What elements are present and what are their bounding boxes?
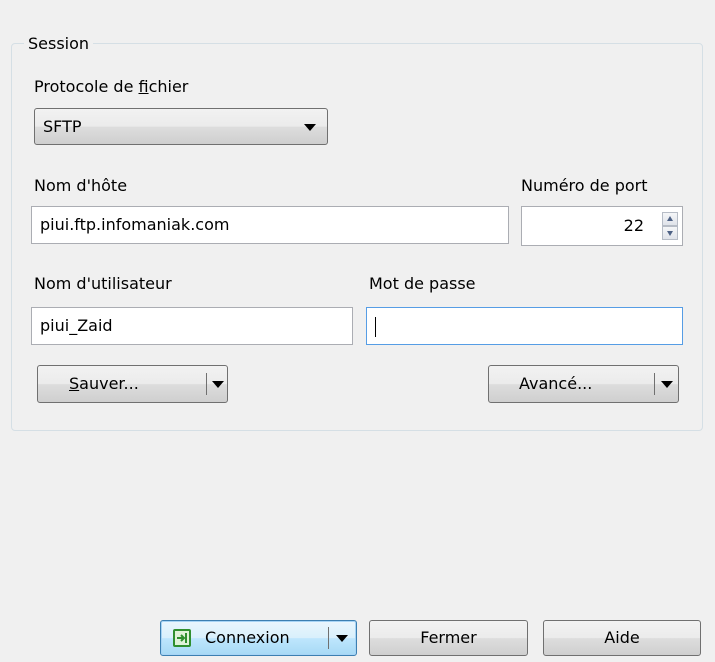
host-input[interactable]: piui.ftp.infomaniak.com: [31, 206, 509, 244]
help-button[interactable]: Aide: [543, 620, 701, 656]
text-caret: [375, 316, 376, 337]
chevron-down-icon: [304, 124, 316, 131]
close-button[interactable]: Fermer: [369, 620, 528, 656]
spinner-up-icon[interactable]: [662, 212, 678, 226]
protocol-select[interactable]: SFTP: [34, 108, 328, 145]
password-label: Mot de passe: [369, 274, 476, 293]
session-group-title: Session: [24, 34, 94, 53]
advanced-button[interactable]: Avancé...: [519, 366, 592, 402]
chevron-down-icon[interactable]: [212, 381, 224, 388]
chevron-down-icon[interactable]: [661, 381, 673, 388]
split-separator: [206, 373, 207, 395]
spinner-down-icon[interactable]: [662, 226, 678, 240]
connect-button[interactable]: Connexion: [205, 621, 290, 655]
port-spinner[interactable]: 22: [521, 206, 683, 246]
connect-split-button[interactable]: Connexion: [160, 620, 357, 656]
user-label: Nom d'utilisateur: [34, 274, 172, 293]
port-label: Numéro de port: [521, 176, 648, 195]
user-input[interactable]: piui_Zaid: [31, 307, 353, 345]
chevron-down-icon[interactable]: [336, 635, 348, 642]
port-input[interactable]: 22: [624, 207, 644, 245]
password-input[interactable]: [366, 307, 683, 345]
save-split-button[interactable]: Sauver...: [37, 365, 228, 403]
split-separator: [328, 627, 329, 649]
protocol-select-value: SFTP: [43, 117, 82, 136]
split-separator: [654, 373, 655, 395]
save-button[interactable]: Sauver...: [69, 366, 139, 402]
host-label: Nom d'hôte: [34, 176, 128, 195]
advanced-split-button[interactable]: Avancé...: [488, 365, 679, 403]
protocol-label: Protocole de fichier: [34, 77, 189, 96]
login-arrow-icon: [173, 629, 191, 647]
